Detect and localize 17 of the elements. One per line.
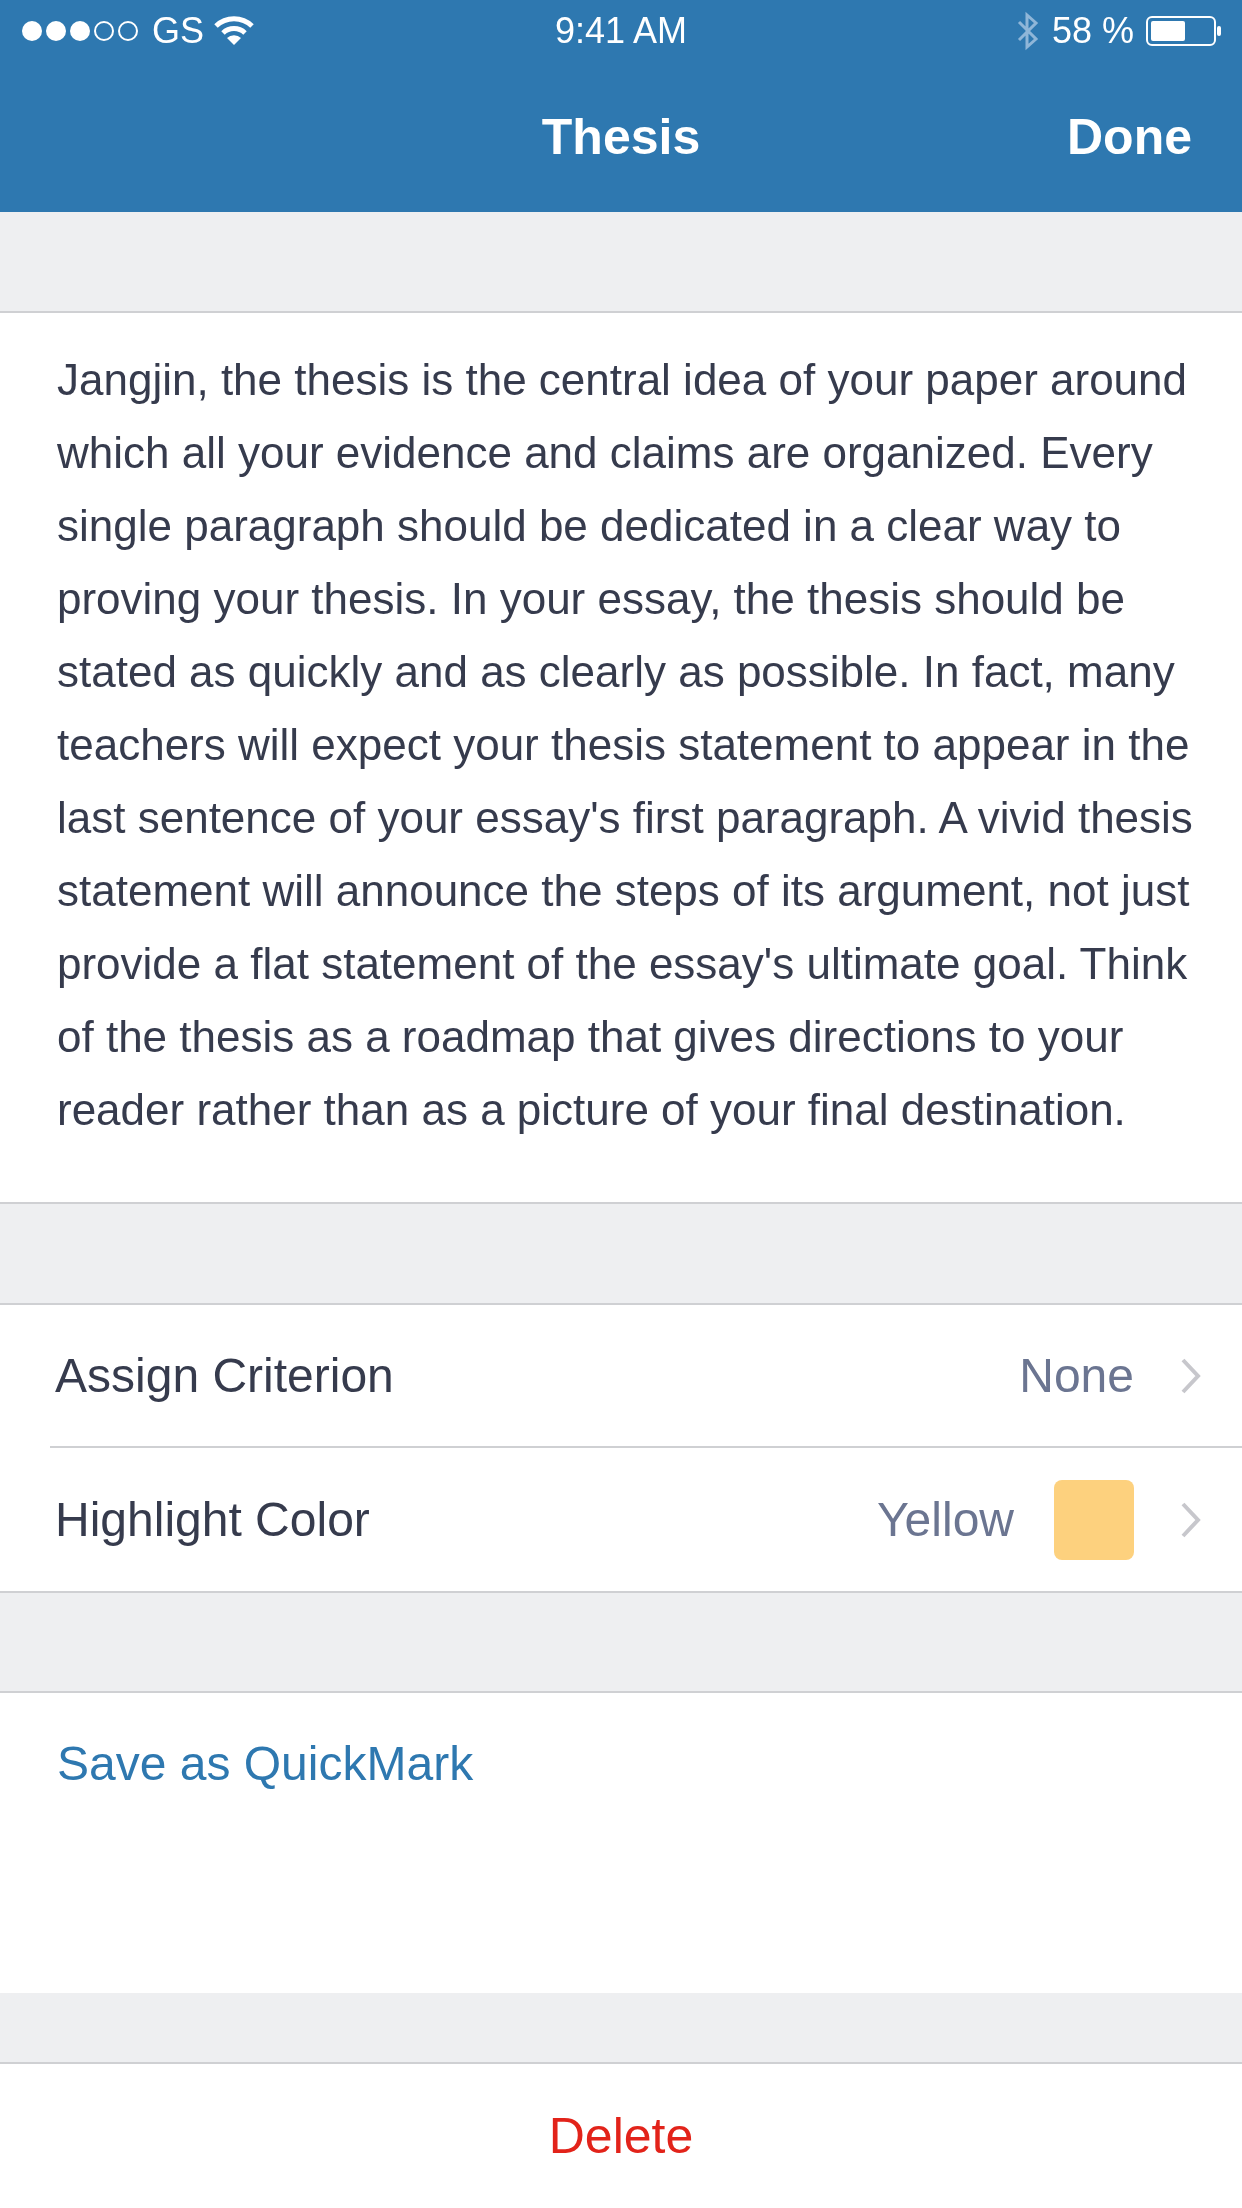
wifi-icon [214,16,254,46]
delete-button[interactable]: Delete [0,2062,1242,2208]
row-label: Assign Criterion [54,1347,395,1404]
save-quickmark-link[interactable]: Save as QuickMark [57,1737,474,1790]
thesis-description: Jangjin, the thesis is the central idea of your paper around which all your evidence and claims are organized. Every single paragraph should be dedicated in a clear way to proving your thesis. In your essay, the thesis should be stated as quickly and as clearly as possible. In fact, many teachers will expect your thesis statement to appear in the last sentence of your essay's first paragraph. A vivid thesis statement will announce the steps of its argument, not just provide a flat statement of the essay's ultimate goal. Think of the thesis as a roadmap that gives directions to your reader rather than as a picture of your final destination. [57,354,1194,1136]
settings-row[interactable]: Assign Criterion None [50,1305,1242,1448]
battery-percentage: 58 % [1051,9,1134,53]
settings-row[interactable]: Highlight Color Yellow [50,1448,1242,1591]
screen-title: Thesis [541,107,701,167]
row-value: Yellow [877,1491,1014,1548]
row-value: None [1019,1347,1134,1404]
clock-time: 9:41 AM [554,9,688,53]
carrier-name: GS [152,9,204,53]
row-label: Highlight Color [54,1491,371,1548]
bluetooth-icon [1015,11,1040,51]
done-button[interactable]: Done [1067,99,1192,175]
battery-icon [1146,16,1222,46]
